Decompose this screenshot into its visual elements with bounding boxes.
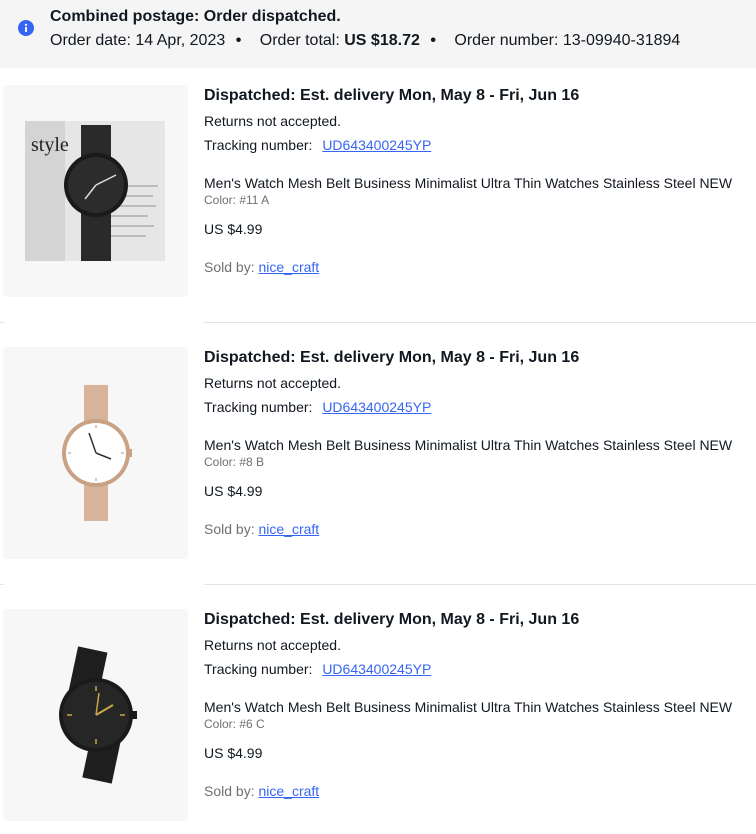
tracking-row: Tracking number: UD643400245YP <box>204 399 431 415</box>
separator: • <box>235 32 242 49</box>
order-number: 13-09940-31894 <box>562 32 681 49</box>
tracking-label: Tracking number: <box>204 137 313 153</box>
tracking-row: Tracking number: UD643400245YP <box>204 661 431 677</box>
returns-policy: Returns not accepted. <box>204 637 341 653</box>
item-image[interactable] <box>3 347 188 559</box>
banner-title: Combined postage: Order dispatched. <box>50 8 341 25</box>
seller-row: Sold by: nice_craft <box>204 521 319 537</box>
seller-link[interactable]: nice_craft <box>258 259 319 275</box>
order-total-label: Order total: <box>259 32 340 49</box>
seller-row: Sold by: nice_craft <box>204 259 319 275</box>
order-banner: Combined postage: Order dispatched. Orde… <box>0 0 756 68</box>
seller-label: Sold by: <box>204 259 255 275</box>
order-date-label: Order date: <box>50 32 131 49</box>
tracking-label: Tracking number: <box>204 399 313 415</box>
info-icon <box>18 20 34 36</box>
tracking-number-link[interactable]: UD643400245YP <box>322 661 431 677</box>
watch-black-gold-image <box>59 646 137 784</box>
order-number-label: Order number: <box>454 32 559 49</box>
delivery-status: Dispatched: Est. delivery Mon, May 8 - F… <box>204 611 580 628</box>
tracking-number-link[interactable]: UD643400245YP <box>322 137 431 153</box>
tracking-number-link[interactable]: UD643400245YP <box>322 399 431 415</box>
divider <box>204 322 756 323</box>
order-item: Dispatched: Est. delivery Mon, May 8 - F… <box>0 609 756 834</box>
item-price: US $4.99 <box>204 221 263 237</box>
tracking-row: Tracking number: UD643400245YP <box>204 137 431 153</box>
item-price: US $4.99 <box>204 745 263 761</box>
item-title[interactable]: Men's Watch Mesh Belt Business Minimalis… <box>204 699 732 715</box>
returns-policy: Returns not accepted. <box>204 375 341 391</box>
delivery-status: Dispatched: Est. delivery Mon, May 8 - F… <box>204 87 580 104</box>
item-variant: Color: #8 B <box>204 455 265 469</box>
divider <box>0 322 4 323</box>
item-variant: Color: #6 C <box>204 717 265 731</box>
item-title[interactable]: Men's Watch Mesh Belt Business Minimalis… <box>204 437 732 453</box>
item-variant: Color: #11 A <box>204 193 270 207</box>
delivery-status: Dispatched: Est. delivery Mon, May 8 - F… <box>204 349 580 366</box>
order-date: 14 Apr, 2023 <box>135 32 226 49</box>
seller-link[interactable]: nice_craft <box>258 521 319 537</box>
watch-rose-gold-image <box>62 385 132 521</box>
divider <box>204 584 756 585</box>
seller-label: Sold by: <box>204 521 255 537</box>
order-total: US $18.72 <box>344 32 420 49</box>
seller-row: Sold by: nice_craft <box>204 783 319 799</box>
seller-link[interactable]: nice_craft <box>258 783 319 799</box>
banner-meta: Order date: 14 Apr, 2023 • Order total: … <box>50 32 680 50</box>
item-image[interactable] <box>3 609 188 821</box>
item-title[interactable]: Men's Watch Mesh Belt Business Minimalis… <box>204 175 732 191</box>
returns-policy: Returns not accepted. <box>204 113 341 129</box>
item-image[interactable]: style <box>3 85 188 297</box>
image-text: style <box>31 134 69 156</box>
divider <box>0 584 4 585</box>
watch-black-style-image: style <box>25 121 165 261</box>
tracking-label: Tracking number: <box>204 661 313 677</box>
order-item: Dispatched: Est. delivery Mon, May 8 - F… <box>0 347 756 577</box>
seller-label: Sold by: <box>204 783 255 799</box>
order-item: style Dispatched: Est. delivery Mon, May… <box>0 85 756 315</box>
item-price: US $4.99 <box>204 483 263 499</box>
separator: • <box>430 32 436 49</box>
